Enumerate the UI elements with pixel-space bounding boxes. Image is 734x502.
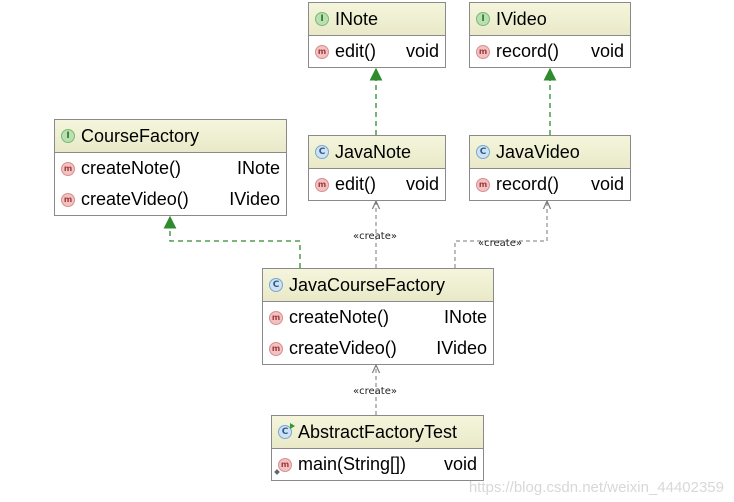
class-javanote[interactable]: C JavaNote m edit() void [308, 135, 446, 201]
method-name: record() [496, 174, 560, 194]
method-icon: m [269, 310, 283, 325]
method-row[interactable]: m edit() void [309, 36, 445, 67]
static-method-icon: m [278, 457, 292, 472]
method-row[interactable]: m createNote() INote [55, 153, 286, 184]
method-row[interactable]: m createVideo() IVideo [55, 184, 286, 215]
class-name: JavaCourseFactory [289, 274, 446, 295]
method-icon: m [315, 177, 329, 192]
class-name: JavaVideo [496, 141, 580, 162]
method-name: edit() [335, 41, 377, 61]
method-return-type: void [405, 41, 439, 61]
method-return-type: INote [236, 158, 280, 178]
class-header: I INote [309, 3, 445, 36]
method-row[interactable]: m edit() void [309, 169, 445, 200]
method-icon: m [315, 44, 329, 59]
method-return-type: void [443, 454, 477, 474]
method-icon: m [269, 341, 283, 356]
runnable-class-icon: C [278, 423, 295, 439]
class-coursefactory[interactable]: I CourseFactory m createNote() INote m c… [54, 119, 287, 216]
class-name: JavaNote [335, 141, 412, 162]
method-return-type: void [590, 41, 624, 61]
class-header: C JavaVideo [470, 136, 630, 169]
method-return-type: IVideo [229, 189, 280, 209]
method-row[interactable]: m createNote() INote [263, 302, 493, 333]
class-ivideo[interactable]: I IVideo m record() void [469, 2, 631, 68]
class-icon: C [269, 278, 283, 292]
method-icon: m [476, 177, 490, 192]
dependency-create-javavideo [454, 201, 547, 268]
class-header: I CourseFactory [55, 120, 286, 153]
method-return-type: void [405, 174, 439, 194]
class-icon: C [315, 145, 329, 159]
interface-icon: I [315, 12, 329, 26]
method-icon: m [61, 161, 75, 176]
method-row[interactable]: m main(String[]) void [272, 449, 483, 480]
interface-icon: I [61, 129, 75, 143]
class-icon: C [476, 145, 490, 159]
method-name: createNote() [81, 158, 182, 178]
class-header: C JavaNote [309, 136, 445, 169]
class-header: C AbstractFactoryTest [272, 416, 483, 449]
method-row[interactable]: m record() void [470, 36, 630, 67]
class-abstractfactorytest[interactable]: C AbstractFactoryTest m main(String[]) v… [271, 415, 484, 481]
class-name: AbstractFactoryTest [298, 421, 458, 442]
class-name: INote [335, 8, 379, 29]
class-header: I IVideo [470, 3, 630, 36]
method-row[interactable]: m record() void [470, 169, 630, 200]
method-name: createVideo() [81, 189, 189, 209]
create-label-javanote: «create» [353, 231, 397, 242]
class-name: IVideo [496, 8, 547, 29]
realization-javacoursefactory-coursefactory [163, 215, 301, 268]
method-return-type: IVideo [436, 338, 487, 358]
class-javacoursefactory[interactable]: C JavaCourseFactory m createNote() INote… [262, 268, 494, 365]
method-name: main(String[]) [298, 454, 407, 474]
class-header: C JavaCourseFactory [263, 269, 493, 302]
method-return-type: INote [443, 307, 487, 327]
class-name: CourseFactory [81, 125, 200, 146]
method-return-type: void [590, 174, 624, 194]
class-javavideo[interactable]: C JavaVideo m record() void [469, 135, 631, 201]
method-name: createVideo() [289, 338, 397, 358]
method-icon: m [61, 192, 75, 207]
create-label-javacoursefactory: «create» [353, 386, 397, 397]
method-row[interactable]: m createVideo() IVideo [263, 333, 493, 364]
method-name: edit() [335, 174, 377, 194]
method-icon: m [476, 44, 490, 59]
method-name: record() [496, 41, 560, 61]
interface-icon: I [476, 12, 490, 26]
watermark: https://blog.csdn.net/weixin_44402359 [468, 479, 724, 496]
method-name: createNote() [289, 307, 390, 327]
create-label-javavideo: «create» [478, 238, 522, 249]
class-inote[interactable]: I INote m edit() void [308, 2, 446, 68]
